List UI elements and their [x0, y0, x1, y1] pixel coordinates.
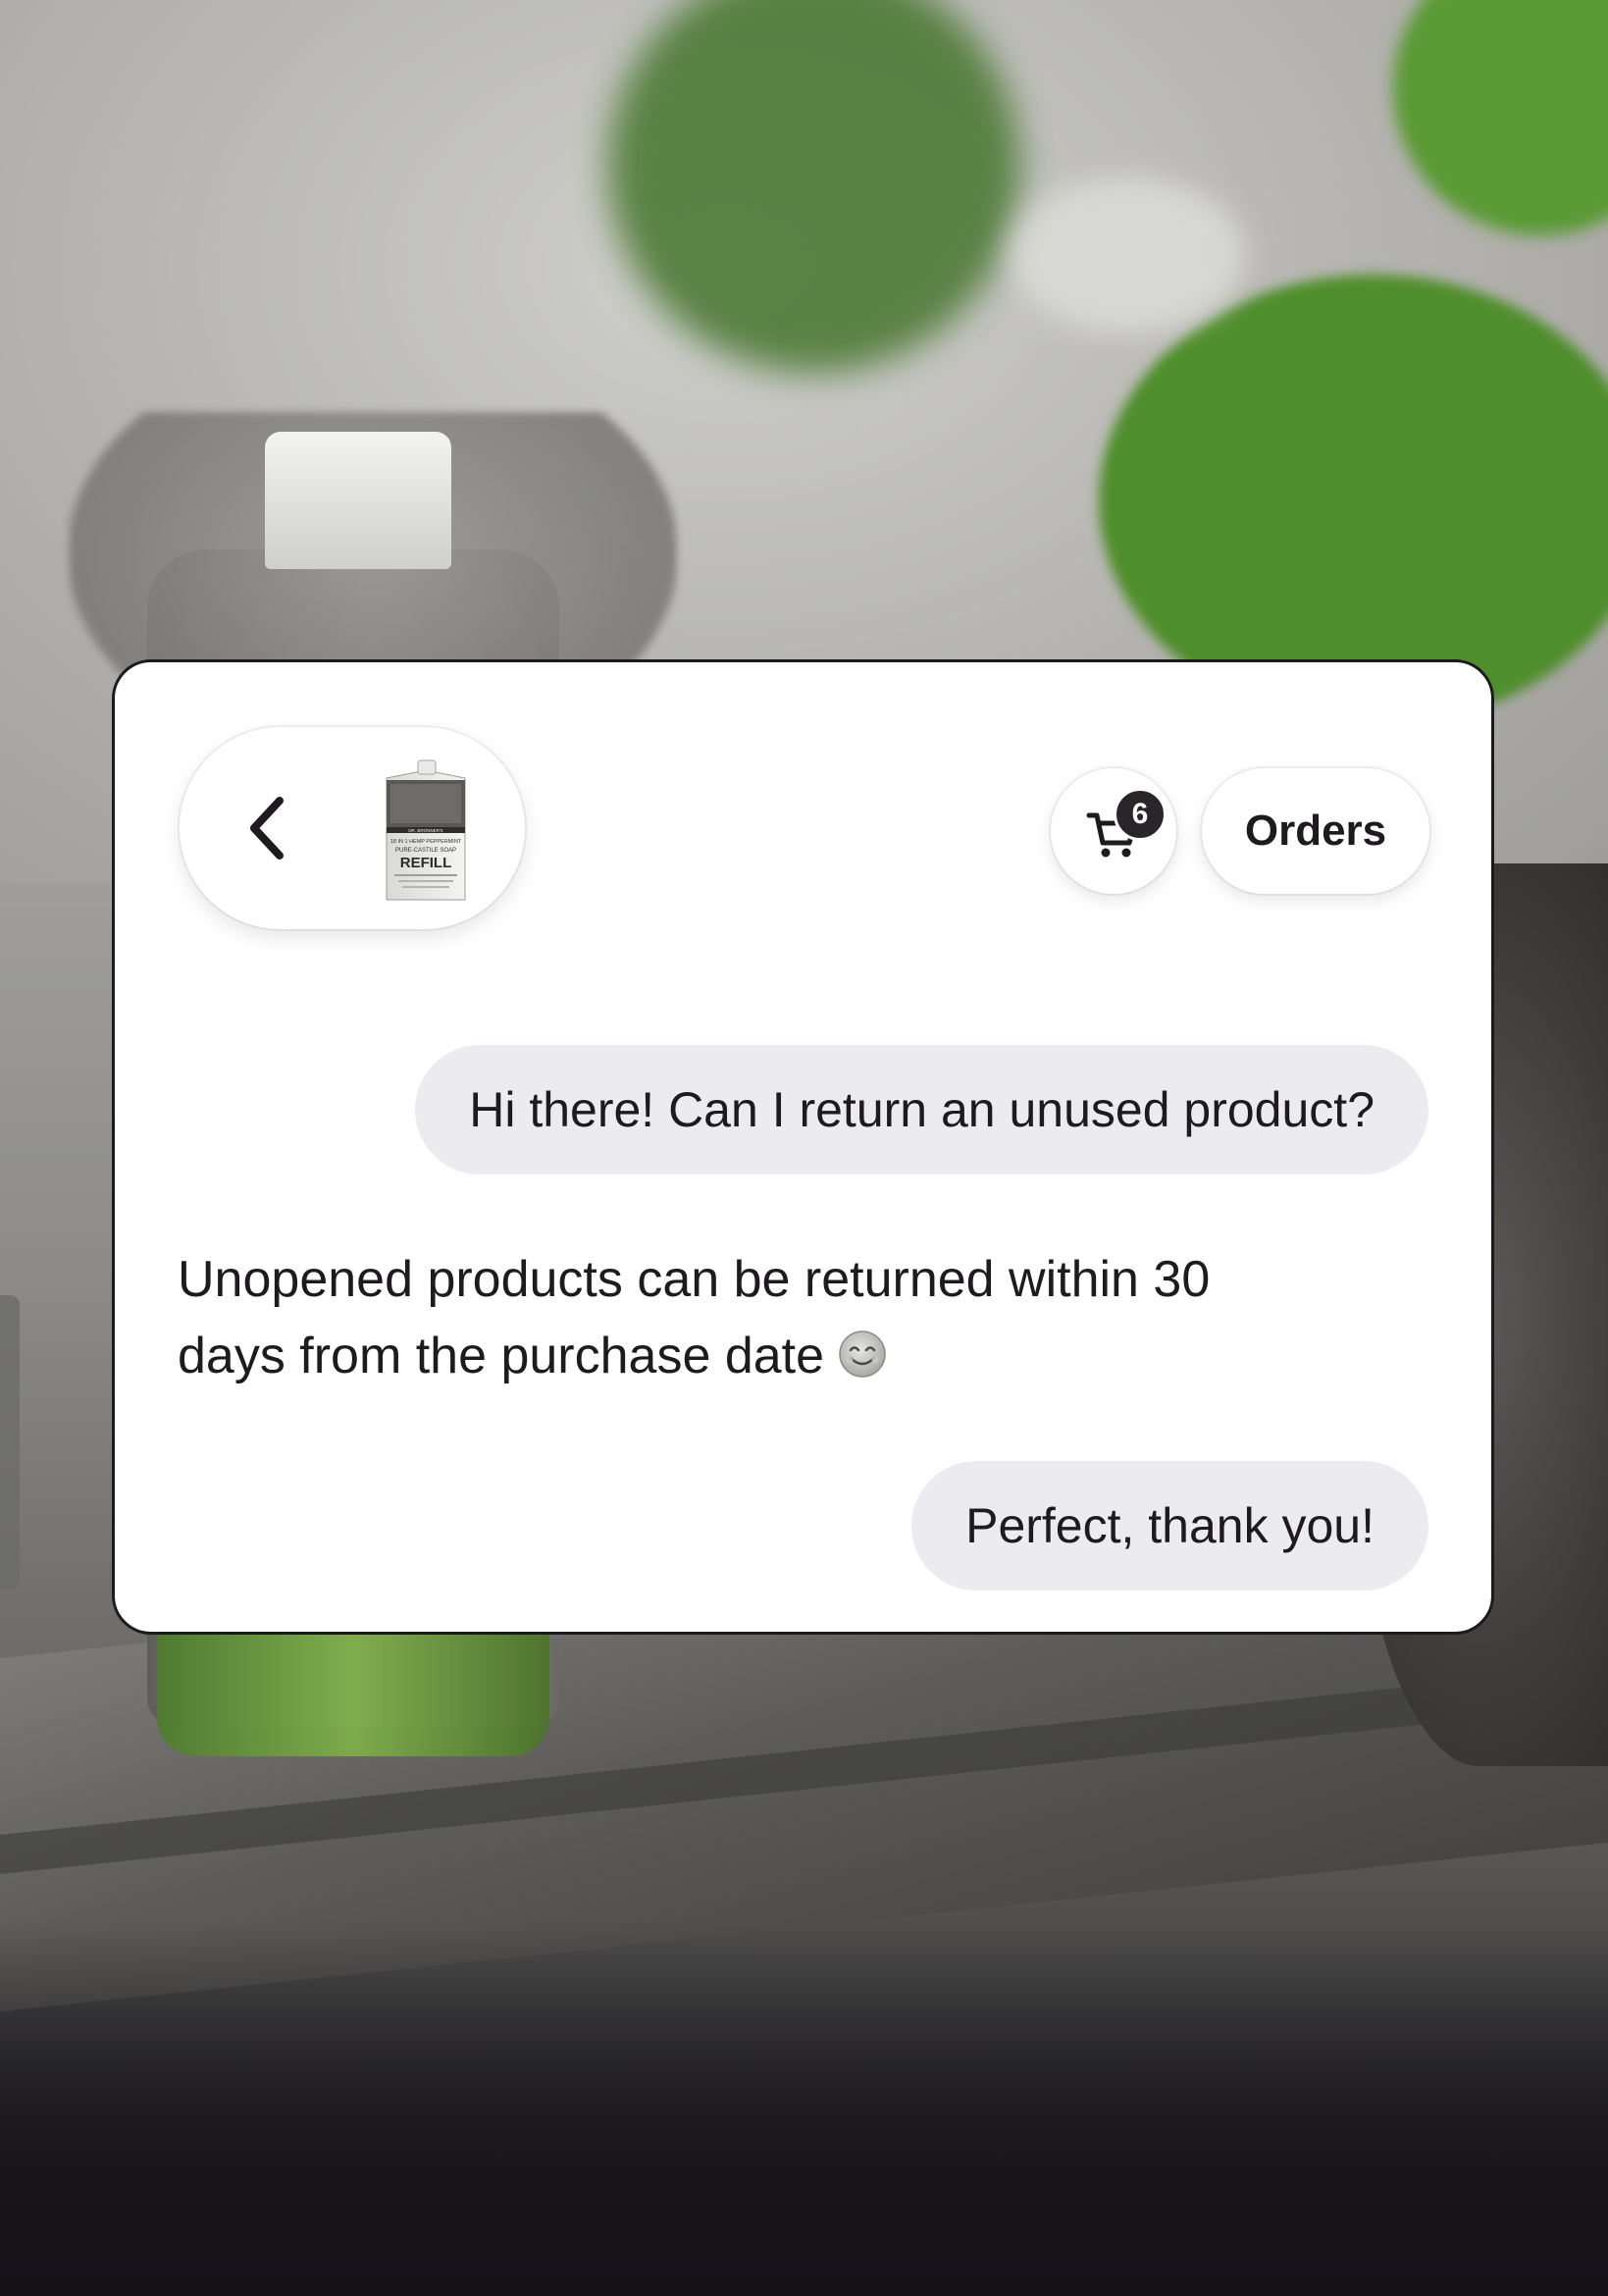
- glass-jar: [0, 1295, 20, 1590]
- assistant-message-line: days from the purchase date: [178, 1318, 1414, 1394]
- user-message: Hi there! Can I return an unused product…: [415, 1045, 1428, 1174]
- back-button[interactable]: [229, 789, 307, 867]
- product-subline: PURE-CASTILE SOAP: [395, 848, 456, 854]
- chevron-left-icon: [250, 797, 284, 860]
- cart-button[interactable]: 6: [1051, 768, 1176, 894]
- bottle-cap: [265, 432, 451, 569]
- user-message: Perfect, thank you!: [911, 1461, 1428, 1591]
- product-label: REFILL: [400, 855, 452, 871]
- cart-count-badge: 6: [1114, 788, 1167, 841]
- smiling-face-icon: [839, 1331, 886, 1378]
- bottom-shadow: [0, 1923, 1608, 2296]
- chat-card: DR. BRONNER'S 18 IN 1 HEMP PEPPERMINT PU…: [112, 659, 1494, 1635]
- assistant-message-line: Unopened products can be returned within…: [178, 1251, 1211, 1308]
- product-brand: DR. BRONNER'S: [408, 828, 442, 833]
- assistant-message-text: days from the purchase date: [178, 1328, 825, 1384]
- flower-blur: [1011, 177, 1246, 334]
- product-header-pill: DR. BRONNER'S 18 IN 1 HEMP PEPPERMINT PU…: [180, 727, 525, 929]
- assistant-message: Unopened products can be returned within…: [178, 1241, 1414, 1394]
- product-thumbnail[interactable]: DR. BRONNER'S 18 IN 1 HEMP PEPPERMINT PU…: [381, 757, 471, 904]
- product-line: 18 IN 1 HEMP PEPPERMINT: [390, 839, 462, 845]
- orders-button[interactable]: Orders: [1202, 768, 1429, 894]
